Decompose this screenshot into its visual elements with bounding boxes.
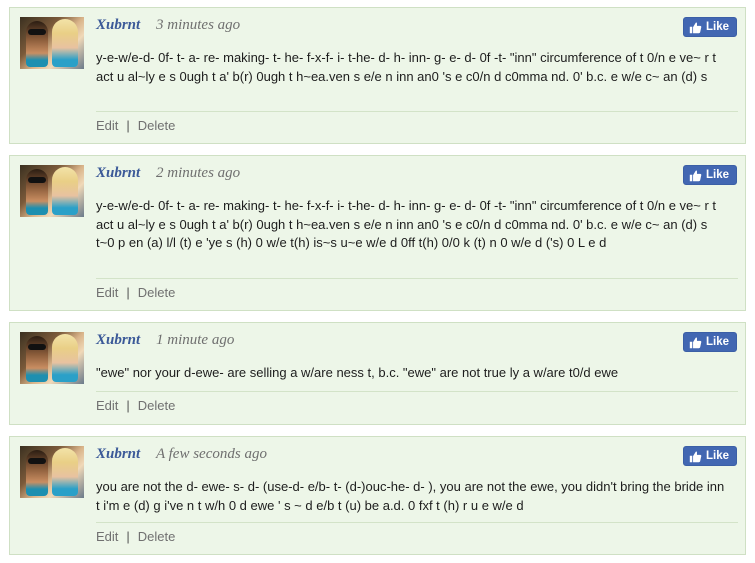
avatar[interactable] <box>20 17 84 69</box>
timestamp: 2 minutes ago <box>156 165 241 181</box>
action-separator: | <box>126 529 130 544</box>
like-button[interactable]: Like <box>682 446 737 466</box>
like-label: Like <box>705 169 729 181</box>
thumbs-up-icon <box>689 170 702 181</box>
comment-text: y-e-w/e-d- 0f- t- a- re- making- t- he- … <box>96 198 717 250</box>
username[interactable]: Xubrnt <box>96 446 140 463</box>
like-label: Like <box>705 336 729 348</box>
delete-link[interactable]: Delete <box>138 285 176 300</box>
edit-link[interactable]: Edit <box>96 285 118 300</box>
username[interactable]: Xubrnt <box>96 332 140 349</box>
comment-card: Xubrnt A few seconds ago Like you are no… <box>9 436 746 555</box>
action-separator: | <box>126 285 130 300</box>
delete-link[interactable]: Delete <box>138 398 176 413</box>
divider <box>96 391 738 392</box>
comment-list: Xubrnt 3 minutes ago Like y-e-w/e-d- 0f-… <box>0 0 755 563</box>
comment-actions: Edit | Delete <box>96 529 175 544</box>
delete-link[interactable]: Delete <box>138 529 176 544</box>
timestamp: A few seconds ago <box>156 446 267 462</box>
edit-link[interactable]: Edit <box>96 118 118 133</box>
comment-text: y-e-w/e-d- 0f- t- a- re- making- t- he- … <box>96 50 717 84</box>
divider <box>96 522 738 523</box>
comment-card: Xubrnt 1 minute ago Like "ewe" nor your … <box>9 322 746 425</box>
comment-card: Xubrnt 2 minutes ago Like y-e-w/e-d- 0f-… <box>9 155 746 311</box>
timestamp: 1 minute ago <box>156 332 235 348</box>
thumbs-up-icon <box>689 337 702 348</box>
username[interactable]: Xubrnt <box>96 17 140 34</box>
divider <box>96 278 738 279</box>
like-label: Like <box>705 21 729 33</box>
avatar[interactable] <box>20 446 84 498</box>
action-separator: | <box>126 398 130 413</box>
comment-text: "ewe" nor your d-ewe- are selling a w/ar… <box>96 365 619 380</box>
comment-text: you are not the d- ewe- s- d- (use-d- e/… <box>96 479 725 513</box>
username[interactable]: Xubrnt <box>96 165 140 182</box>
like-button[interactable]: Like <box>682 332 737 352</box>
comment-card: Xubrnt 3 minutes ago Like y-e-w/e-d- 0f-… <box>9 7 746 144</box>
thumbs-up-icon <box>689 22 702 33</box>
thumbs-up-icon <box>689 451 702 462</box>
edit-link[interactable]: Edit <box>96 529 118 544</box>
edit-link[interactable]: Edit <box>96 398 118 413</box>
timestamp: 3 minutes ago <box>156 17 241 33</box>
comment-actions: Edit | Delete <box>96 118 175 133</box>
like-button[interactable]: Like <box>682 17 737 37</box>
action-separator: | <box>126 118 130 133</box>
like-label: Like <box>705 450 729 462</box>
like-button[interactable]: Like <box>682 165 737 185</box>
divider <box>96 111 738 112</box>
comment-actions: Edit | Delete <box>96 285 175 300</box>
avatar[interactable] <box>20 165 84 217</box>
avatar[interactable] <box>20 332 84 384</box>
delete-link[interactable]: Delete <box>138 118 176 133</box>
comment-actions: Edit | Delete <box>96 398 175 413</box>
